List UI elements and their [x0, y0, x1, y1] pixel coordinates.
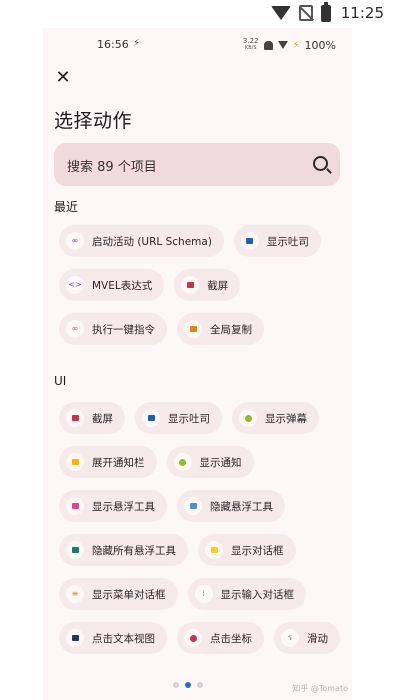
- search-input[interactable]: 搜索 89 个项目: [54, 143, 340, 186]
- action-chip[interactable]: 显示通知: [166, 446, 254, 478]
- device-status-bar: 11:25: [0, 0, 394, 28]
- action-chip-label: 显示输入对话框: [220, 588, 295, 601]
- action-chip-label: MVEL表达式: [92, 279, 153, 292]
- inner-status-bar: 16:56 ⚡ 3.22 KB/S ⚡ 100%: [43, 28, 352, 60]
- chip-row: ∞ 执行一键指令 全局复制: [59, 313, 349, 347]
- wifi-icon: [270, 6, 291, 20]
- floating-tool-icon: [66, 541, 84, 559]
- page-indicator: [173, 682, 203, 688]
- action-chip-label: 显示菜单对话框: [92, 588, 166, 601]
- action-chip[interactable]: ≡ 显示菜单对话框: [59, 578, 178, 610]
- action-chip[interactable]: 显示弹幕: [232, 402, 319, 434]
- status-time: 11:25: [340, 4, 384, 22]
- no-sim-icon: [298, 5, 313, 21]
- action-chip-label: 全局复制: [210, 323, 252, 336]
- screenshot-icon: [181, 276, 200, 294]
- chip-row: 点击文本视图 点击坐标 ร 滑动: [59, 622, 349, 656]
- action-chip-label: 显示吐司: [168, 412, 210, 425]
- floating-tool-icon: [66, 497, 84, 515]
- action-chip-label: 截屏: [207, 279, 229, 292]
- code-icon: <>: [66, 276, 84, 294]
- chip-row: <> MVEL表达式 截屏: [59, 269, 349, 303]
- charging-icon: ⚡: [292, 39, 300, 51]
- action-chip-label: 隐藏悬浮工具: [210, 500, 273, 513]
- action-chip-label: 显示吐司: [266, 235, 309, 248]
- action-chip-label: 点击文本视图: [92, 632, 155, 645]
- section-label: UI: [54, 374, 67, 388]
- page-dot-active[interactable]: [185, 682, 191, 688]
- watermark: 知乎 @Tomato: [292, 684, 348, 693]
- notification-shade-icon: [66, 453, 84, 471]
- link-icon: ∞: [66, 232, 84, 250]
- action-chip[interactable]: 显示吐司: [233, 225, 321, 257]
- page-dot[interactable]: [173, 682, 179, 688]
- copy-icon: [184, 320, 202, 338]
- floating-tool-icon: [184, 497, 202, 515]
- screenshot-icon: [66, 409, 84, 427]
- action-chip-label: 截屏: [92, 412, 113, 425]
- chip-row: 截屏 显示吐司 显示弹幕: [59, 402, 349, 436]
- action-chip[interactable]: ∞ 启动活动 (URL Schema): [59, 225, 224, 257]
- action-chip[interactable]: 点击文本视图: [59, 622, 167, 654]
- toast-icon: [240, 232, 259, 250]
- close-icon[interactable]: ✕: [55, 69, 71, 87]
- notification-icon: [173, 453, 192, 471]
- search-icon[interactable]: [313, 156, 328, 171]
- action-chip[interactable]: 截屏: [59, 402, 125, 434]
- action-chip[interactable]: ⁞ 显示输入对话框: [187, 578, 306, 610]
- action-chip[interactable]: ∞ 执行一键指令: [59, 313, 167, 345]
- action-chip-label: 展开通知栏: [92, 456, 145, 469]
- chip-row: ∞ 启动活动 (URL Schema) 显示吐司: [59, 225, 349, 259]
- input-icon: ⁞: [194, 585, 213, 603]
- action-chip[interactable]: 隐藏悬浮工具: [177, 490, 285, 522]
- action-chip-label: 显示对话框: [231, 544, 284, 557]
- action-chip-label: 启动活动 (URL Schema): [92, 235, 212, 248]
- action-picker-screen: 16:56 ⚡ 3.22 KB/S ⚡ 100% ✕ 选择动作 搜索 89 个项…: [43, 28, 352, 700]
- tap-icon: [184, 629, 202, 647]
- action-chip-label: 滑动: [307, 632, 328, 645]
- chip-row: 展开通知栏 显示通知: [59, 446, 349, 480]
- chip-row: 隐藏所有悬浮工具 显示对话框: [59, 534, 349, 568]
- toast-icon: [142, 409, 160, 427]
- page-title: 选择动作: [54, 110, 133, 132]
- section-label: 最近: [54, 200, 79, 214]
- action-chip-label: 执行一键指令: [92, 323, 155, 336]
- action-chip-label: 显示弹幕: [265, 412, 307, 425]
- search-placeholder: 搜索 89 个项目: [67, 160, 157, 175]
- mute-icon: [263, 40, 273, 50]
- action-chip-label: 隐藏所有悬浮工具: [92, 544, 176, 557]
- danmaku-icon: [239, 409, 257, 427]
- action-chip[interactable]: 全局复制: [177, 313, 264, 345]
- action-chip-label: 显示悬浮工具: [92, 500, 155, 513]
- battery-percent: 100%: [304, 38, 336, 52]
- action-chip[interactable]: 显示悬浮工具: [59, 490, 167, 522]
- chip-row: 显示悬浮工具 隐藏悬浮工具: [59, 490, 349, 524]
- action-chip-label: 点击坐标: [210, 632, 252, 645]
- action-chip[interactable]: 显示对话框: [198, 534, 296, 566]
- dialog-icon: [205, 541, 223, 559]
- action-chip[interactable]: 点击坐标: [177, 622, 264, 654]
- action-chip[interactable]: 隐藏所有悬浮工具: [59, 534, 188, 566]
- page-dot[interactable]: [197, 682, 203, 688]
- battery-charging-icon: [320, 1, 331, 22]
- action-chip-group: ∞ 启动活动 (URL Schema) 显示吐司 <> MVEL表达式 截屏 ∞ 执行一键指令…: [59, 225, 349, 357]
- network-speed: 3.22 KB/S: [242, 37, 259, 52]
- charging-indicator-icon: ⚡: [133, 38, 141, 49]
- action-chip-label: 显示通知: [199, 456, 242, 469]
- link-icon: ∞: [66, 320, 84, 338]
- text-view-icon: [66, 629, 84, 647]
- chip-row: ≡ 显示菜单对话框 ⁞ 显示输入对话框: [59, 578, 349, 612]
- action-chip[interactable]: 截屏: [174, 269, 241, 301]
- action-chip[interactable]: 展开通知栏: [59, 446, 157, 478]
- swipe-icon: ร: [281, 629, 299, 647]
- action-chip[interactable]: <> MVEL表达式: [59, 269, 165, 301]
- wifi-icon: [277, 41, 288, 49]
- action-chip-group: 截屏 显示吐司 显示弹幕 展开通知栏 显示通知 显示悬浮工具 隐藏悬浮工具 隐藏所有悬浮工具显…: [59, 402, 349, 666]
- inner-status-time: 16:56: [97, 38, 129, 51]
- action-chip[interactable]: ร 滑动: [274, 622, 340, 654]
- menu-icon: ≡: [66, 585, 84, 603]
- action-chip[interactable]: 显示吐司: [135, 402, 222, 434]
